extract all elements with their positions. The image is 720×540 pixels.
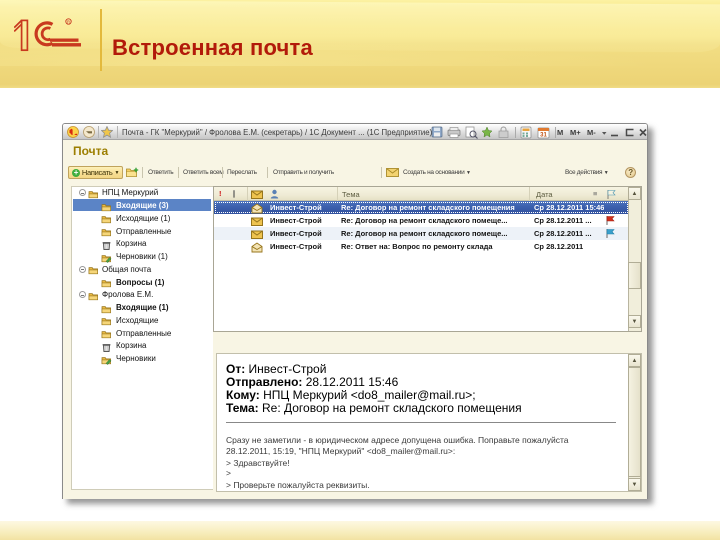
svg-text:M-: M- — [587, 128, 596, 137]
svg-text:31: 31 — [540, 133, 547, 139]
svg-text:M+: M+ — [570, 128, 581, 137]
svg-text:M: M — [557, 128, 563, 137]
svg-text:R: R — [67, 20, 70, 25]
